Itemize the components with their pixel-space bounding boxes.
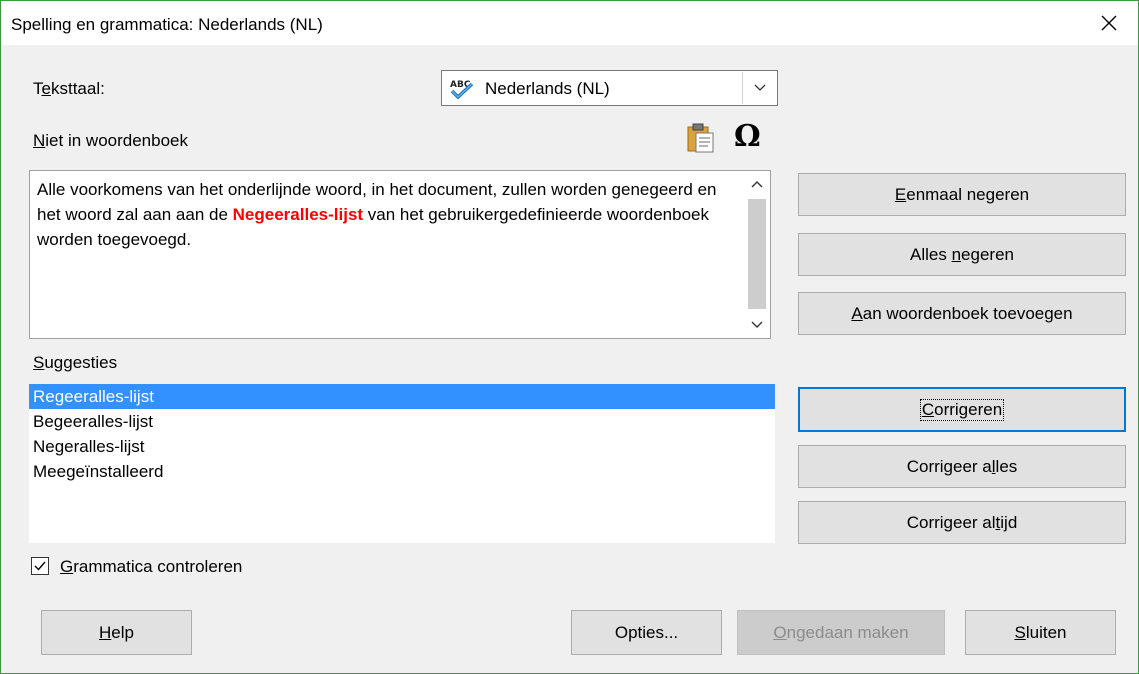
scroll-up-button[interactable] (744, 171, 770, 197)
abc-check-icon: ABC (450, 80, 474, 100)
options-button[interactable]: Opties... (571, 610, 722, 655)
label-part: Alles (910, 244, 952, 264)
label-part: orrigeren (934, 399, 1003, 419)
window-title: Spelling en grammatica: Nederlands (NL) (11, 15, 323, 34)
button-label: Corrigeren (919, 398, 1005, 421)
list-item[interactable]: Begeeralles-lijst (29, 409, 775, 434)
label-part: egeren (961, 244, 1014, 264)
checkmark-icon (34, 561, 46, 571)
button-label: Alles negeren (910, 245, 1014, 265)
label-part: ngedaan maken (786, 622, 909, 642)
label-mnemonic: S (33, 353, 45, 372)
label-mnemonic: G (60, 557, 74, 576)
button-label: Help (99, 623, 134, 643)
grammar-checkbox[interactable] (31, 557, 49, 575)
undo-button[interactable]: Ongedaan maken (737, 610, 945, 655)
button-label: Corrigeer alles (907, 457, 1018, 477)
button-label: Corrigeer altijd (907, 513, 1018, 533)
always-correct-button[interactable]: Corrigeer altijd (798, 501, 1126, 544)
label-part: les (995, 456, 1018, 476)
language-value: Nederlands (NL) (485, 79, 610, 98)
vertical-scrollbar[interactable] (744, 171, 770, 338)
chevron-down-icon (751, 321, 763, 328)
ignore-all-button[interactable]: Alles negeren (798, 233, 1126, 276)
label-part: luiten (1025, 622, 1067, 642)
suggestions-list[interactable]: Regeeralles-lijst Begeeralles-lijst Nege… (29, 384, 775, 543)
help-button[interactable]: Help (41, 610, 192, 655)
label-mnemonic: S (1014, 622, 1026, 642)
label-part: elp (111, 622, 134, 642)
list-item[interactable]: Regeeralles-lijst (29, 384, 775, 409)
paste-icon[interactable] (687, 123, 715, 153)
chevron-up-icon (751, 181, 763, 188)
label-mnemonic: O (773, 622, 787, 642)
misspelled-word: Negeeralles-lijst (232, 205, 364, 224)
suggestions-label: Suggesties (33, 353, 117, 373)
label-part: rammatica controleren (73, 557, 243, 576)
label-part: Corrigeer a (906, 456, 992, 476)
list-item[interactable]: Negeralles-lijst (29, 434, 775, 459)
label-mnemonic: A (851, 303, 863, 323)
title-bar: Spelling en grammatica: Nederlands (NL) (1, 1, 1138, 45)
label-part: enmaal negeren (906, 184, 1030, 204)
label-mnemonic: H (99, 622, 112, 642)
correct-all-button[interactable]: Corrigeer alles (798, 445, 1126, 488)
correct-button[interactable]: Corrigeren (798, 387, 1126, 432)
button-label: Aan woordenboek toevoegen (851, 304, 1072, 324)
label-part: iet in woordenboek (45, 131, 188, 150)
spelling-dialog: Spelling en grammatica: Nederlands (NL) … (0, 0, 1139, 674)
label-mnemonic: N (33, 131, 46, 150)
not-in-dictionary-textbox[interactable]: Alle voorkomens van het onderlijnde woor… (29, 170, 771, 339)
not-in-dictionary-label: Niet in woordenboek (33, 131, 188, 151)
label-part: ksttaal: (50, 79, 105, 98)
button-label: Opties... (614, 622, 679, 642)
button-label: Sluiten (1015, 623, 1067, 643)
scroll-thumb[interactable] (748, 199, 766, 309)
label-part: an woordenboek toevoegen (862, 303, 1073, 323)
label-part: uggesties (44, 353, 118, 372)
add-to-dictionary-button[interactable]: Aan woordenboek toevoegen (798, 292, 1126, 335)
label-mnemonic: E (894, 184, 907, 204)
list-item[interactable]: Meegeïnstalleerd (29, 459, 775, 484)
close-icon (1101, 15, 1117, 31)
grammar-checkbox-label[interactable]: Grammatica controleren (60, 557, 242, 577)
chevron-down-icon (754, 84, 765, 91)
label-part: Corrigeer al (906, 512, 996, 532)
sentence-text: Alle voorkomens van het onderlijnde woor… (37, 177, 742, 252)
close-button[interactable] (1080, 1, 1138, 45)
button-label: Eenmaal negeren (895, 185, 1029, 205)
label-mnemonic: e (41, 79, 51, 98)
button-label: Ongedaan maken (773, 623, 908, 643)
dropdown-button[interactable] (742, 72, 776, 104)
special-character-icon[interactable]: Ω (734, 119, 761, 154)
label-mnemonic: C (921, 399, 935, 419)
scroll-down-button[interactable] (744, 312, 770, 338)
close-dialog-button[interactable]: Sluiten (965, 610, 1116, 655)
language-select[interactable]: ABC Nederlands (NL) (441, 70, 778, 106)
label-part: ijd (1000, 512, 1018, 532)
label-mnemonic: n (951, 244, 962, 264)
text-language-label: Teksttaal: (33, 79, 105, 99)
label-part: T (33, 79, 42, 98)
ignore-once-button[interactable]: Eenmaal negeren (798, 173, 1126, 216)
